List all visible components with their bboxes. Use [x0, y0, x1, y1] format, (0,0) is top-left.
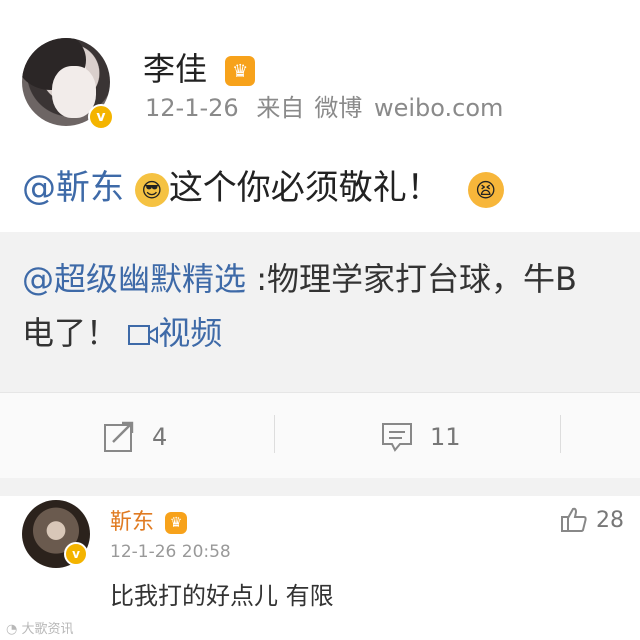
mention-link[interactable]: @靳东: [22, 168, 124, 208]
verified-badge-icon: v: [64, 542, 88, 566]
comment-count: 11: [430, 423, 461, 451]
repost-icon: [104, 421, 134, 452]
verified-badge-icon: v: [88, 104, 114, 130]
section-gap: [0, 478, 640, 496]
cool-emoji-icon: 😎: [134, 172, 169, 207]
comment-author[interactable]: 靳东 ♛: [110, 504, 188, 536]
comment-time: 12-1-26 20:58: [110, 542, 231, 562]
post-date: 12-1-26: [145, 94, 239, 122]
video-label[interactable]: 视频: [158, 314, 222, 352]
watermark-logo-icon: ◔: [6, 622, 18, 637]
repost-text: @超级幽默精选 :物理学家打台球，牛B 电了！ 视频: [22, 252, 640, 360]
repost-body-line1: :物理学家打台球，牛B: [246, 260, 577, 298]
repost-body-line2: 电了！: [22, 314, 119, 352]
repost-count: 4: [152, 423, 168, 451]
crying-emoji-icon: 😫: [467, 171, 504, 208]
action-bar: [0, 392, 640, 480]
watermark-text: 大歌资讯: [21, 622, 74, 637]
crown-badge-icon: ♛: [225, 56, 256, 86]
video-link[interactable]: 视频: [128, 314, 222, 352]
comment-icon: [382, 423, 412, 452]
thumbs-up-icon: [561, 507, 587, 532]
source-domain: weibo.com: [373, 94, 504, 122]
source-name: 微博: [314, 94, 363, 122]
crown-badge-icon: ♛: [165, 512, 188, 534]
comment-like-count: 28: [596, 507, 624, 533]
comment-author-name[interactable]: 靳东: [110, 510, 154, 535]
author-name-text[interactable]: 李佳: [143, 50, 207, 88]
watermark: ◔ 大歌资讯: [6, 618, 74, 637]
video-icon: [128, 325, 159, 345]
comment-button[interactable]: 11: [380, 420, 461, 454]
repost-button[interactable]: 4: [102, 420, 167, 454]
post-author-name[interactable]: 李佳 ♛: [143, 44, 256, 90]
repost-mention-link[interactable]: @超级幽默精选: [22, 260, 246, 298]
post-text: @靳东 😎 这个你必须敬礼！ 😫: [22, 160, 504, 209]
source-prefix: 来自: [256, 94, 305, 122]
action-divider: [274, 415, 275, 453]
post-body-text: 这个你必须敬礼！: [168, 168, 441, 208]
comment-like-button[interactable]: 28: [560, 506, 624, 534]
post-meta: 12-1-26 来自 微博 weibo.com: [145, 88, 513, 123]
action-divider: [560, 415, 561, 453]
comment-text: 比我打的好点儿 有限: [110, 582, 334, 610]
